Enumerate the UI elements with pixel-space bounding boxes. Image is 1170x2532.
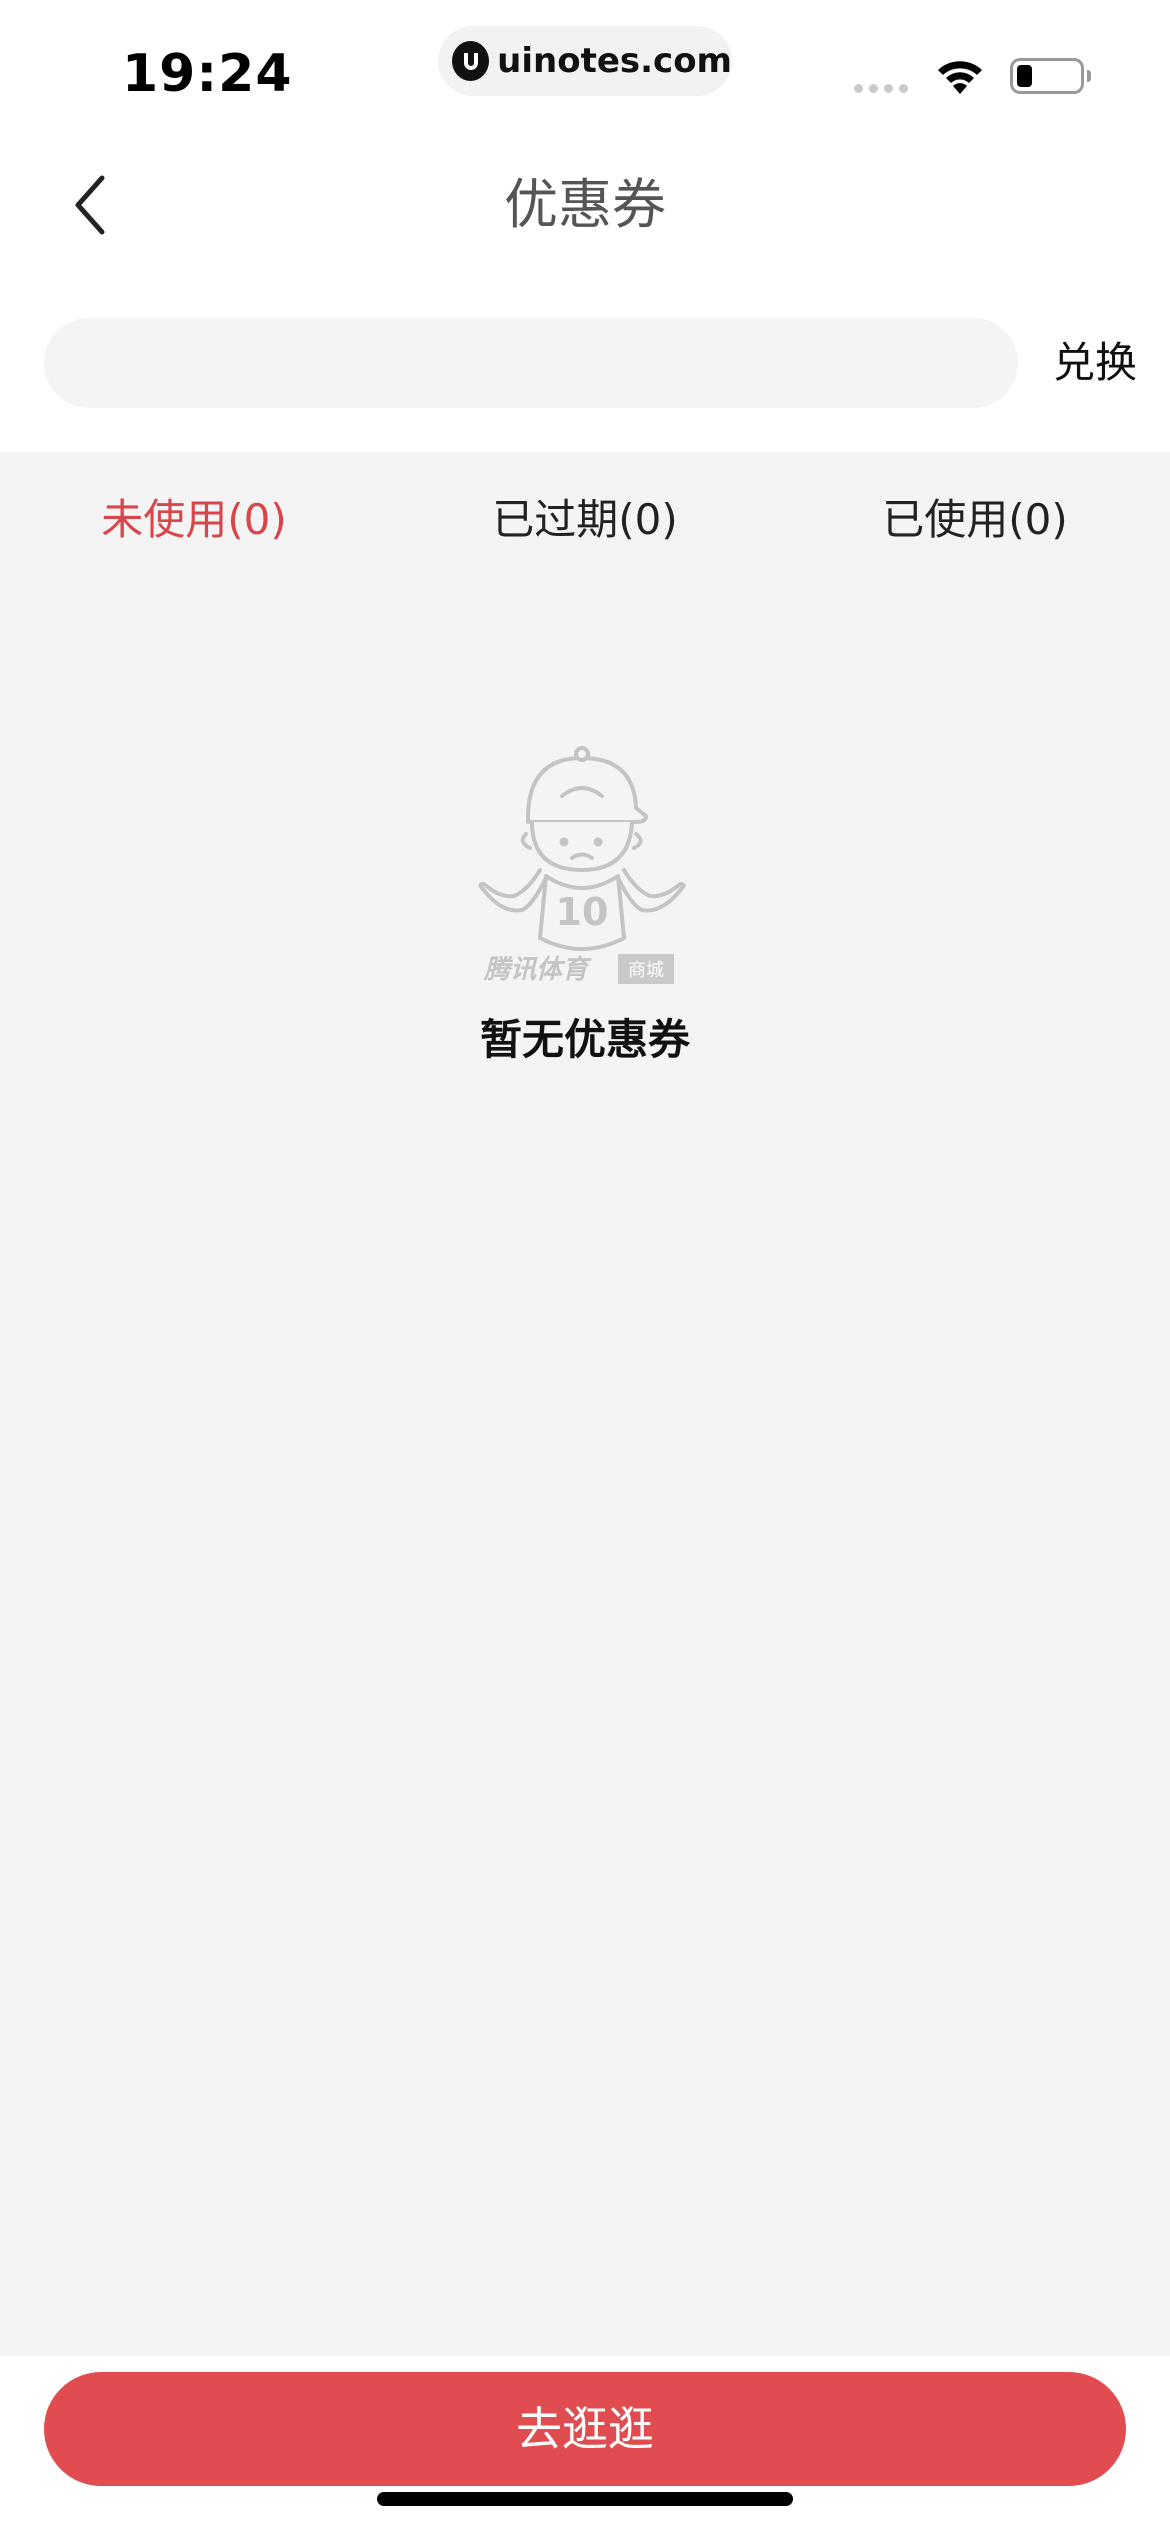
battery-cap: [1087, 70, 1091, 82]
tab-expired[interactable]: 已过期(0): [435, 480, 735, 560]
status-time: 19:24: [122, 44, 293, 104]
tab-used[interactable]: 已使用(0): [825, 480, 1125, 560]
cellular-signal-icon: [854, 84, 908, 93]
redeem-code-input[interactable]: [44, 318, 1018, 408]
url-pill[interactable]: uinotes.com: [438, 26, 732, 96]
site-logo-icon: [452, 41, 490, 81]
battery-level: [1017, 65, 1032, 87]
battery-icon: [1010, 58, 1084, 94]
page-title: 优惠券: [504, 173, 666, 236]
go-shopping-button[interactable]: 去逛逛: [44, 2372, 1126, 2486]
empty-state-message: 暂无优惠券: [479, 1015, 690, 1064]
coupon-tabs: 未使用(0) 已过期(0) 已使用(0): [0, 480, 1170, 560]
chevron-left-icon: [75, 175, 105, 235]
mascot-jersey-number: 10: [556, 890, 609, 934]
brand-tag: 商城: [628, 960, 664, 981]
wifi-icon: [938, 61, 982, 94]
mascot-shrug-icon: 10 腾讯体育 商城: [478, 746, 686, 985]
brand-name: 腾讯体育: [483, 955, 592, 985]
url-text: uinotes.com: [497, 41, 732, 81]
redeem-button[interactable]: 兑换: [1040, 330, 1150, 396]
tab-unused[interactable]: 未使用(0): [44, 480, 344, 560]
home-indicator: [377, 2492, 793, 2506]
back-button[interactable]: [60, 170, 120, 240]
